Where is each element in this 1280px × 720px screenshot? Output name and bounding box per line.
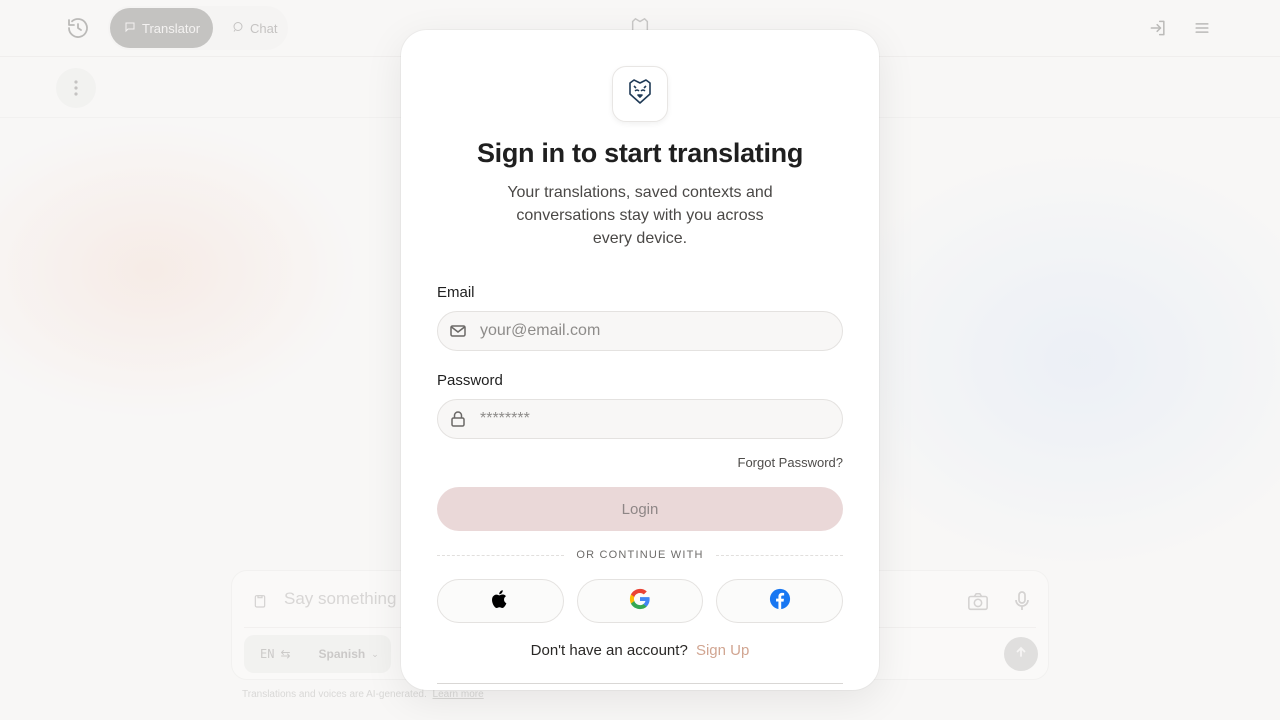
signup-row: Don't have an account? Sign Up [401, 642, 879, 659]
mail-icon [449, 322, 467, 340]
password-field[interactable] [480, 410, 842, 428]
or-divider: OR CONTINUE WITH [437, 547, 844, 563]
divider-line [437, 554, 565, 556]
modal-bottom-rule [437, 683, 843, 684]
lock-icon [449, 410, 467, 428]
divider-line [715, 554, 844, 556]
apple-icon [489, 588, 511, 615]
password-label: Password [437, 372, 503, 389]
email-label: Email [437, 284, 475, 301]
sign-up-link[interactable]: Sign Up [696, 642, 749, 659]
google-login-button[interactable] [576, 579, 704, 623]
login-button[interactable]: Login [437, 487, 843, 531]
forgot-password-link[interactable]: Forgot Password? [738, 455, 844, 470]
brand-logo [612, 66, 668, 122]
social-login-row [437, 579, 844, 623]
email-field[interactable] [480, 322, 842, 340]
password-field-wrapper [437, 399, 843, 439]
cat-shield-logo-icon [625, 77, 655, 112]
divider-text: OR CONTINUE WITH [576, 549, 704, 561]
modal-subtitle: Your translations, saved contexts and co… [507, 184, 773, 247]
google-icon [629, 588, 651, 615]
signup-prompt: Don't have an account? [530, 642, 688, 659]
sign-in-modal: Sign in to start translating Your transl… [401, 30, 879, 690]
facebook-icon [769, 588, 791, 615]
modal-title: Sign in to start translating [476, 138, 804, 168]
facebook-login-button[interactable] [716, 579, 844, 623]
email-field-wrapper [437, 311, 843, 351]
apple-login-button[interactable] [437, 579, 564, 623]
